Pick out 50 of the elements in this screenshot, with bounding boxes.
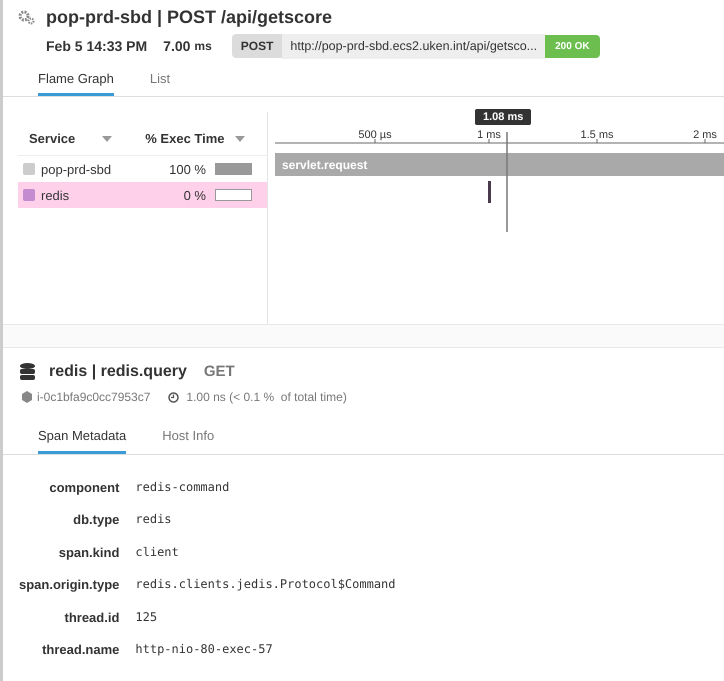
duration-unit: ms: [194, 38, 212, 56]
axis-tick: 1 ms: [477, 129, 501, 144]
trace-date: Feb 5 14:33 PM: [46, 36, 148, 56]
redis-marker: [488, 181, 491, 204]
host-id: i-0c1bfa9c0cc7953c7: [37, 389, 150, 406]
status-badge: 200 OK: [545, 34, 600, 58]
metadata-key: db.type: [19, 510, 120, 530]
metadata-key: span.kind: [19, 542, 120, 562]
metadata-key: thread.id: [19, 608, 120, 628]
exec-percent: 0 %: [182, 186, 206, 204]
metadata-value: http-nio-80-exec-57: [135, 641, 274, 658]
metadata-value: 125: [135, 608, 158, 626]
service-row[interactable]: pop-prd-sbd 100 %: [18, 156, 267, 182]
service-name: pop-prd-sbd: [41, 160, 112, 179]
span-bar[interactable]: [275, 153, 724, 176]
axis-tick: 2 ms: [693, 129, 717, 144]
span-duration: 1.00 ns (< 0.1 % of total time): [186, 389, 347, 406]
database-icon: [20, 363, 35, 382]
clock-icon: [168, 392, 180, 403]
trace-title: pop-prd-sbd | POST /api/getscore: [46, 6, 334, 29]
tab[interactable]: List: [150, 68, 170, 96]
metadata-key: component: [19, 478, 120, 498]
hexagon-icon: [22, 391, 32, 404]
metadata-key: span.origin.type: [19, 575, 120, 595]
url-field: http://pop-prd-sbd.ecs2.uken.int/api/getsco...: [282, 34, 546, 59]
metadata-value: redis: [135, 511, 173, 528]
sort-caret-icon[interactable]: [102, 136, 112, 142]
span-label: servlet.request: [282, 158, 368, 172]
tab[interactable]: Host Info: [162, 426, 214, 454]
exec-percent: 100 %: [168, 160, 206, 178]
tab[interactable]: Flame Graph: [38, 68, 114, 96]
metadata-value: redis.clients.jedis.Protocol$Command: [135, 576, 396, 594]
span-title: redis | redis.query: [49, 362, 187, 382]
sort-caret-icon[interactable]: [234, 136, 245, 142]
cursor-tooltip: 1.08 ms: [475, 109, 532, 126]
exec-bar-track: [215, 189, 252, 202]
service-name: redis: [41, 186, 70, 204]
tab[interactable]: Span Metadata: [38, 426, 126, 454]
gears-icon: [18, 9, 36, 25]
axis-tick: 500 µs: [358, 129, 392, 144]
trace-duration: 7.00: [163, 36, 190, 56]
column-header[interactable]: % Exec Time: [145, 129, 225, 148]
method-badge: POST: [232, 34, 282, 58]
span-method: GET: [204, 362, 235, 382]
metadata-value: client: [135, 544, 180, 561]
column-header[interactable]: Service: [29, 129, 76, 148]
service-row[interactable]: redis 0 %: [18, 182, 267, 208]
metadata-key: thread.name: [19, 640, 120, 660]
metadata-value: redis-command: [135, 478, 230, 496]
axis-tick: 1.5 ms: [580, 129, 614, 144]
